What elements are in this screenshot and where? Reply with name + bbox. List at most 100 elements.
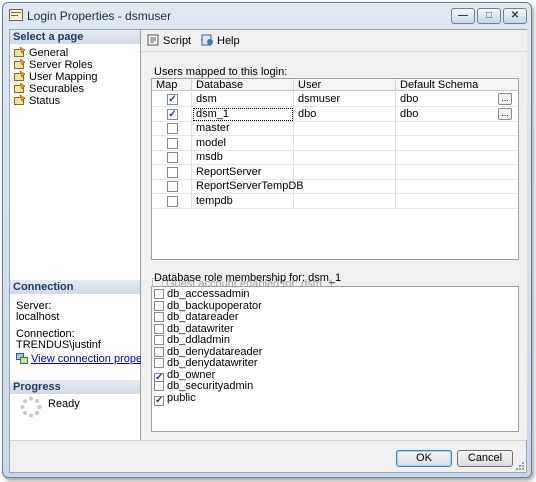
default-schema-cell[interactable] (396, 165, 518, 180)
list-item[interactable]: db_accessadmin (154, 289, 250, 300)
default-schema-cell[interactable] (396, 121, 518, 136)
browse-schema-button[interactable]: ... (498, 107, 512, 120)
dialog-client-area: Select a page General Server Roles User Ma… (9, 29, 527, 473)
map-checkbox[interactable] (167, 123, 178, 134)
maximize-button[interactable]: □ (477, 8, 501, 24)
role-checkbox[interactable] (154, 323, 164, 334)
table-row[interactable]: msdb (152, 150, 518, 165)
map-cell (152, 193, 192, 209)
list-item[interactable]: db_backupoperator (154, 300, 262, 312)
user-cell[interactable] (294, 164, 396, 180)
default-schema-value: dbo (400, 93, 419, 105)
database-cell[interactable]: dsm_1 (192, 106, 294, 122)
map-checkbox[interactable] (167, 94, 178, 105)
role-name: db_securityadmin (167, 380, 254, 392)
sidebar-item-general[interactable]: General (14, 47, 68, 59)
default-schema-cell[interactable] (396, 150, 518, 165)
user-cell[interactable] (294, 179, 396, 194)
sidebar-item-server-roles[interactable]: Server Roles (14, 59, 93, 71)
column-default-schema[interactable]: Default Schema (396, 79, 518, 91)
map-checkbox[interactable] (167, 181, 178, 192)
users-mapped-grid[interactable]: Map Database User Default Schema dsmdsmu… (151, 78, 519, 260)
role-checkbox[interactable] (154, 381, 164, 391)
role-checkbox[interactable] (154, 346, 164, 357)
sidebar-item-label: User Mapping (29, 71, 98, 83)
role-checkbox[interactable] (154, 300, 164, 311)
list-item[interactable]: db_securityadmin (154, 381, 253, 392)
list-item[interactable]: db_denydatareader (154, 346, 262, 358)
title-bar[interactable]: Login Properties - dsmuser — □ ✕ (3, 3, 531, 29)
user-cell[interactable] (294, 135, 396, 151)
role-checkbox[interactable] (154, 289, 164, 299)
table-row[interactable]: dsmdsmuserdbo... (152, 92, 518, 107)
database-cell[interactable]: model (192, 135, 294, 151)
cancel-button[interactable]: Cancel (457, 450, 513, 467)
list-item[interactable]: db_datawriter (154, 323, 234, 335)
user-cell[interactable] (294, 150, 396, 165)
table-row[interactable]: dsm_1dbodbo... (152, 106, 518, 122)
user-cell[interactable]: dsmuser (294, 92, 396, 107)
role-checkbox[interactable] (154, 358, 164, 368)
default-schema-cell[interactable]: dbo... (396, 92, 518, 107)
default-schema-cell[interactable]: dbo... (396, 107, 518, 122)
users-mapped-label: Users mapped to this login: (154, 66, 288, 78)
role-checkbox[interactable] (154, 395, 164, 406)
right-pane: Script ▼ Help Users mapped to this login… (141, 30, 527, 440)
list-item[interactable]: db_ddladmin (154, 335, 230, 346)
table-row[interactable]: tempdb (152, 193, 518, 209)
role-name: db_ddladmin (167, 334, 230, 346)
progress-header: Progress (10, 380, 140, 394)
database-cell[interactable]: dsm (192, 92, 294, 107)
map-checkbox[interactable] (167, 152, 178, 163)
column-database[interactable]: Database (192, 79, 294, 91)
sidebar-item-securables[interactable]: Securables (14, 83, 84, 95)
help-button[interactable]: Help (201, 34, 240, 48)
user-cell[interactable] (294, 193, 396, 209)
table-row[interactable]: model (152, 135, 518, 151)
role-membership-list[interactable]: db_accessadmin db_backupoperator db_datare… (151, 286, 519, 432)
map-checkbox[interactable] (167, 137, 178, 149)
database-cell[interactable]: master (192, 121, 294, 136)
table-row[interactable]: master (152, 121, 518, 136)
browse-schema-button[interactable]: ... (498, 93, 512, 105)
map-checkbox[interactable] (167, 108, 178, 120)
server-roles-page-icon (14, 59, 26, 69)
default-schema-cell[interactable] (396, 179, 518, 194)
sidebar-item-status[interactable]: Status (14, 95, 60, 107)
list-item[interactable]: db_owner (154, 369, 215, 383)
user-cell[interactable]: dbo (294, 106, 396, 122)
close-button[interactable]: ✕ (503, 8, 527, 24)
default-schema-cell[interactable] (396, 136, 518, 151)
sidebar-item-label: Server Roles (29, 59, 93, 71)
table-row[interactable]: ReportServer (152, 164, 518, 180)
list-item[interactable]: db_denydatawriter (154, 358, 258, 369)
toolbar: Script ▼ Help (141, 30, 527, 52)
resize-grip-icon[interactable] (514, 460, 524, 470)
database-cell[interactable]: ReportServer (192, 164, 294, 180)
close-icon: ✕ (510, 10, 520, 21)
map-checkbox[interactable] (167, 166, 178, 178)
user-mapping-page-icon (14, 71, 26, 81)
table-row[interactable]: ReportServerTempDB (152, 179, 518, 194)
script-button[interactable]: Script ▼ (147, 34, 207, 48)
connection-properties-icon (16, 353, 28, 364)
database-cell[interactable]: msdb (192, 150, 294, 165)
map-cell (152, 106, 192, 122)
map-checkbox[interactable] (167, 195, 178, 207)
database-cell[interactable]: tempdb (192, 193, 294, 209)
column-user[interactable]: User (294, 79, 396, 91)
role-checkbox[interactable] (154, 312, 164, 322)
window-title: Login Properties - dsmuser (27, 9, 172, 23)
role-checkbox[interactable] (154, 335, 164, 345)
ok-button[interactable]: OK (396, 450, 452, 467)
column-map[interactable]: Map (152, 79, 192, 91)
sidebar-item-user-mapping[interactable]: User Mapping (14, 71, 97, 83)
default-schema-cell[interactable] (396, 194, 518, 209)
minimize-button[interactable]: — (451, 8, 475, 24)
help-icon (201, 34, 213, 46)
default-schema-value: dbo (400, 107, 419, 120)
user-cell[interactable] (294, 121, 396, 136)
list-item[interactable]: db_datareader (154, 312, 239, 323)
database-cell[interactable]: ReportServerTempDB (192, 179, 304, 194)
list-item[interactable]: public (154, 392, 196, 406)
